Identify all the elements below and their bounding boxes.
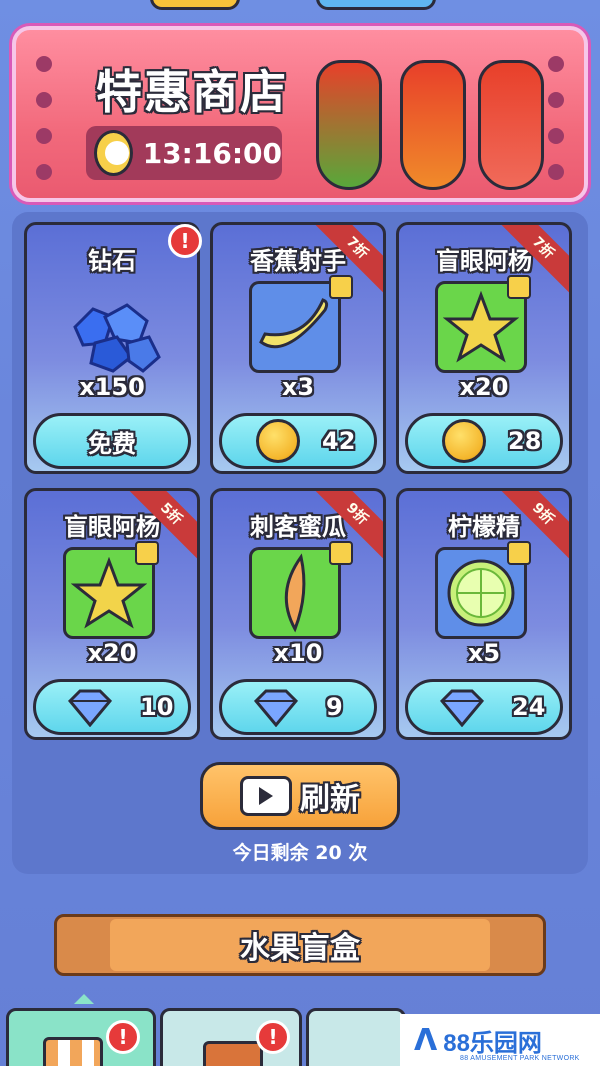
shop-card-banana[interactable]: 香蕉射手 7折 x3 42: [210, 222, 386, 474]
site-logo-icon: ᐱ: [414, 1022, 438, 1058]
card-quantity: x20: [87, 639, 137, 667]
watermark-name: 88乐园网: [443, 1029, 542, 1057]
gold-coin-icon: [256, 419, 300, 463]
free-claim-button[interactable]: 免费: [33, 413, 191, 469]
active-tab-caret: [74, 994, 94, 1004]
card-quantity: x150: [79, 373, 145, 401]
buy-button[interactable]: 42: [219, 413, 377, 469]
top-coin-counter[interactable]: [150, 0, 240, 10]
diamond-pile-icon: [73, 303, 161, 373]
special-shop-banner: 特惠商店 13:16:00: [12, 26, 588, 202]
item-tile: [249, 281, 341, 373]
gold-coin-icon: [442, 419, 486, 463]
card-quantity: x10: [273, 639, 323, 667]
banner-dot: [36, 92, 52, 108]
card-quantity: x20: [459, 373, 509, 401]
card-quantity: x5: [467, 639, 501, 667]
buy-button[interactable]: 9: [219, 679, 377, 735]
chili-pepper-icon: [400, 60, 466, 190]
alert-badge: !: [106, 1020, 140, 1054]
shop-title: 特惠商店: [96, 65, 288, 119]
shop-stall-icon: [43, 1037, 103, 1066]
fruit-box-ribbon: 水果盲盒: [110, 919, 490, 971]
card-quantity: x3: [281, 373, 315, 401]
timer-text: 13:16:00: [142, 136, 282, 170]
melon-slice-icon: [284, 553, 306, 633]
alert-badge: !: [168, 224, 202, 258]
shop-timer: 13:16:00: [86, 126, 282, 180]
alert-badge: !: [256, 1020, 290, 1054]
tab-events[interactable]: [306, 1008, 406, 1066]
price-label: 42: [322, 427, 356, 455]
briefcase-icon: [203, 1041, 263, 1066]
price-label: 10: [140, 693, 174, 721]
puzzle-piece-icon: [329, 541, 353, 565]
buy-button[interactable]: 10: [33, 679, 191, 735]
shop-card-melon[interactable]: 刺客蜜瓜 9折 x10 9: [210, 488, 386, 740]
buy-button[interactable]: 28: [405, 413, 563, 469]
star-fruit-icon: [443, 291, 519, 363]
price-label: 9: [326, 693, 343, 721]
gem-icon: [67, 689, 113, 727]
puzzle-piece-icon: [135, 541, 159, 565]
fruit-blind-box-header[interactable]: 水果盲盒: [54, 914, 546, 976]
item-tile: [249, 547, 341, 639]
banner-dot: [548, 92, 564, 108]
price-label: 免费: [88, 429, 136, 458]
banner-dot: [36, 56, 52, 72]
star-fruit-icon: [71, 557, 147, 629]
chili-pepper-icon: [478, 60, 544, 190]
banner-dot: [548, 128, 564, 144]
gem-icon: [439, 689, 485, 727]
shop-card-starfruit[interactable]: 盲眼阿杨 5折 x20 10: [24, 488, 200, 740]
watermark-subtitle: 88 AMUSEMENT PARK NETWORK: [460, 1055, 580, 1062]
banner-dot: [36, 164, 52, 180]
refresh-label: 刷新: [300, 782, 360, 817]
buy-button[interactable]: 24: [405, 679, 563, 735]
shop-card-lime[interactable]: 柠檬精 9折 x5 24: [396, 488, 572, 740]
gem-icon: [253, 689, 299, 727]
banner-dot: [548, 56, 564, 72]
fruit-box-label: 水果盲盒: [240, 931, 360, 966]
price-label: 28: [508, 427, 542, 455]
banner-dot: [36, 128, 52, 144]
watermark: ᐱ 88乐园网 88 AMUSEMENT PARK NETWORK: [400, 1014, 600, 1066]
puzzle-piece-icon: [507, 541, 531, 565]
refresh-button[interactable]: 刷新: [200, 762, 400, 830]
banana-icon: [259, 298, 329, 349]
top-gem-counter[interactable]: [316, 0, 436, 10]
banner-dot: [548, 164, 564, 180]
alarm-clock-icon: [94, 130, 133, 176]
lime-slice-icon: [447, 559, 515, 627]
chili-pepper-icon: [316, 60, 382, 190]
video-camera-icon: [240, 776, 292, 816]
shop-card-starfruit[interactable]: 盲眼阿杨 7折 x20 28: [396, 222, 572, 474]
price-label: 24: [512, 693, 546, 721]
remaining-refreshes: 今日剩余 20 次: [232, 842, 368, 864]
puzzle-piece-icon: [507, 275, 531, 299]
shop-card-diamonds[interactable]: 钻石 x150 免费: [24, 222, 200, 474]
puzzle-piece-icon: [329, 275, 353, 299]
